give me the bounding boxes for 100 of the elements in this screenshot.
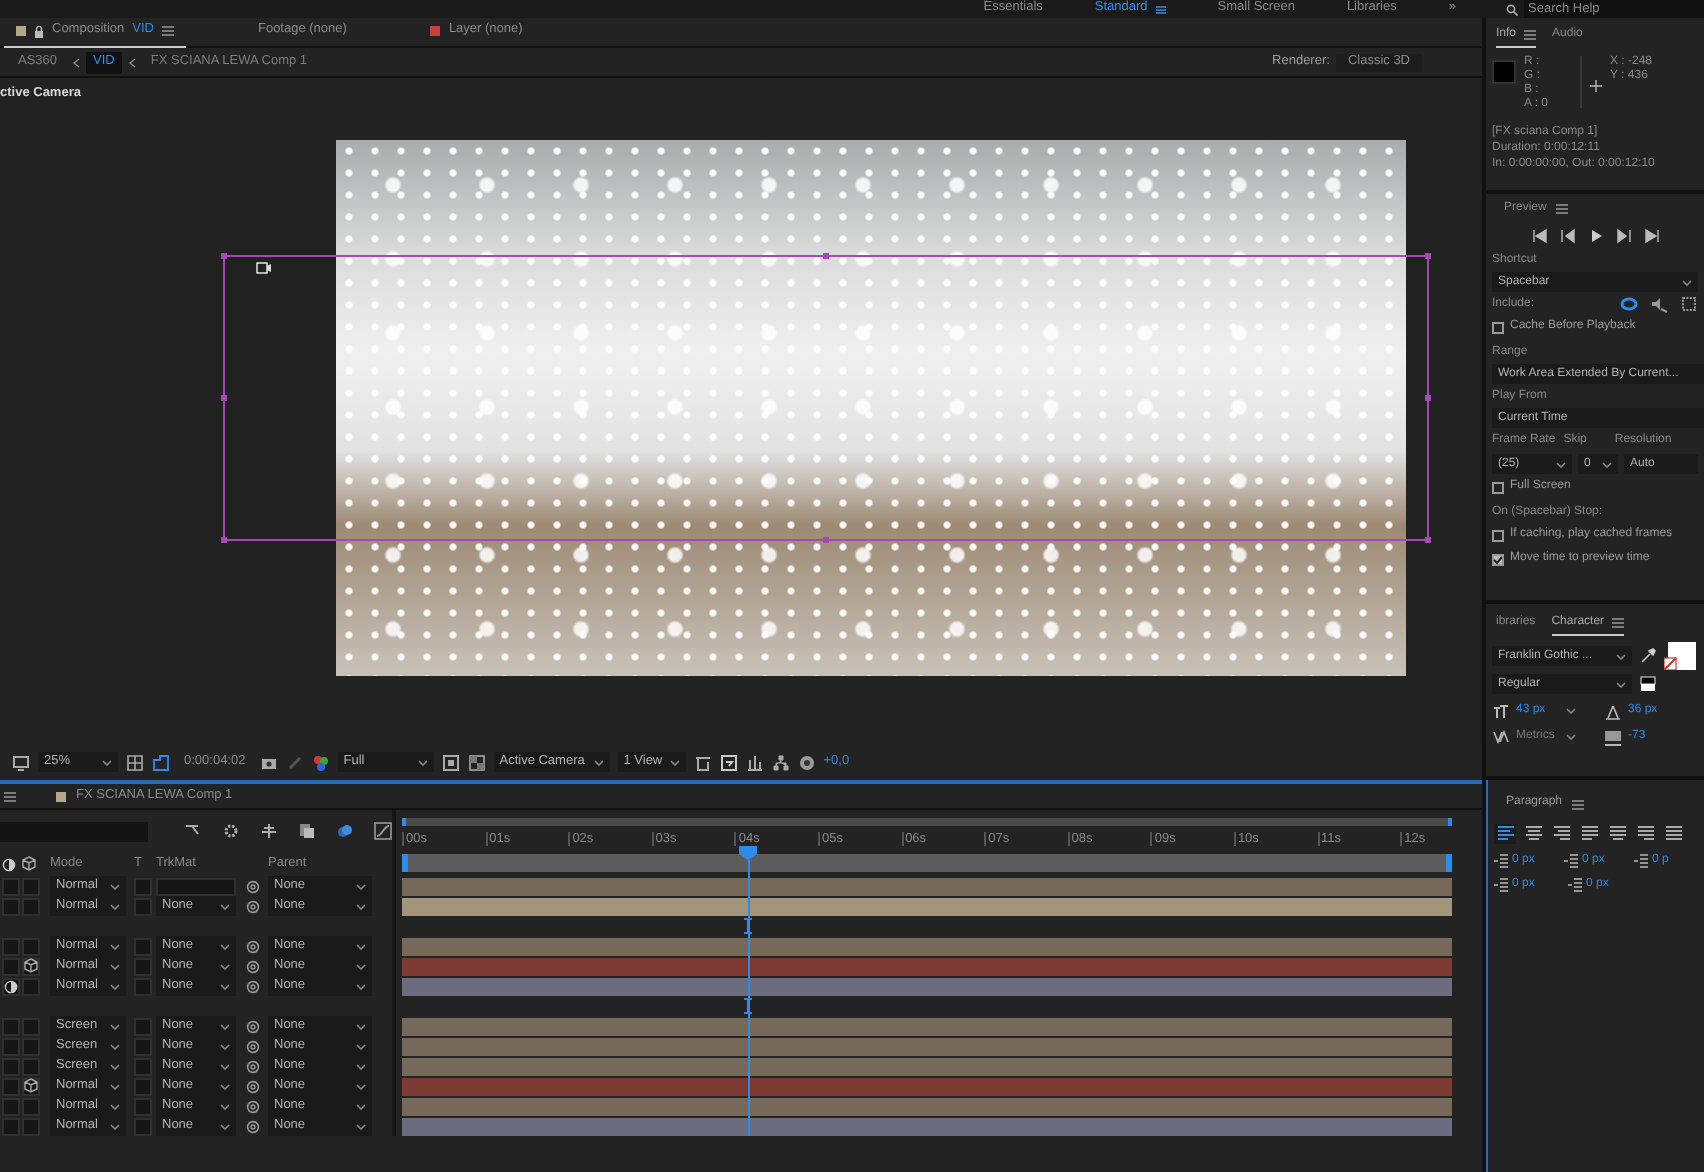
switch-box[interactable] xyxy=(2,937,20,955)
caret-icon xyxy=(356,1123,366,1129)
caret-icon xyxy=(1616,653,1626,659)
color-channels-icon[interactable] xyxy=(311,753,330,771)
play-icon[interactable] xyxy=(1587,227,1603,243)
switch-box[interactable] xyxy=(2,957,20,975)
switch-box[interactable] xyxy=(22,1057,40,1075)
caret-icon xyxy=(110,1103,120,1109)
menu-icon[interactable] xyxy=(1524,29,1537,39)
switch-box[interactable] xyxy=(22,977,40,995)
bar-graph-icon[interactable] xyxy=(745,753,764,771)
caret-icon xyxy=(220,1083,230,1089)
layers-icon[interactable] xyxy=(298,822,316,840)
frame-grid-icon[interactable] xyxy=(126,753,144,771)
switch-box[interactable] xyxy=(22,897,40,915)
checkbox[interactable] xyxy=(1492,482,1504,494)
time-marker-icon xyxy=(744,998,753,1014)
caret-icon xyxy=(356,963,366,969)
hierarchy-icon[interactable] xyxy=(771,753,790,771)
fast-preview-icon[interactable] xyxy=(719,753,738,771)
switch-box[interactable] xyxy=(2,1117,20,1135)
caret-icon xyxy=(220,1123,230,1129)
switch-box[interactable] xyxy=(2,897,20,915)
switch-box[interactable] xyxy=(22,937,40,955)
align-button[interactable] xyxy=(1634,824,1656,844)
switch-box[interactable] xyxy=(22,877,40,895)
exposure-icon[interactable] xyxy=(797,753,816,771)
gear-icon[interactable] xyxy=(222,822,240,840)
caret-icon xyxy=(1682,279,1692,285)
align-button[interactable] xyxy=(1550,824,1572,844)
skip-to-end-icon[interactable] xyxy=(1643,227,1659,243)
align-button[interactable] xyxy=(1606,824,1628,844)
caret-icon xyxy=(110,903,120,909)
switch-box[interactable] xyxy=(2,1037,20,1055)
color-swatches-drawing[interactable] xyxy=(1664,642,1696,670)
caret-icon xyxy=(1556,461,1566,467)
graph-editor-icon[interactable] xyxy=(374,822,392,840)
switch-box[interactable] xyxy=(2,1017,20,1035)
caret-icon xyxy=(669,759,680,765)
switch-box[interactable] xyxy=(2,1057,20,1075)
switch-box[interactable] xyxy=(22,1077,40,1095)
align-button[interactable] xyxy=(1494,824,1516,844)
indent-icon xyxy=(1634,854,1648,868)
menu-icon[interactable] xyxy=(4,791,16,801)
switch-box[interactable] xyxy=(2,1097,20,1115)
caret-icon xyxy=(593,759,604,765)
checkbox[interactable] xyxy=(1492,322,1504,334)
checkbox[interactable] xyxy=(1492,554,1504,566)
caret-icon xyxy=(102,759,112,765)
region-icon[interactable] xyxy=(441,753,460,771)
font-size-icon xyxy=(1492,703,1510,719)
playhead-handle[interactable] xyxy=(739,846,758,860)
motion-blur-icon[interactable] xyxy=(336,822,354,840)
caret-icon xyxy=(220,1063,230,1069)
adjustment-layer-icon xyxy=(2,857,16,871)
caret-icon xyxy=(110,883,120,889)
caret-icon xyxy=(356,1023,366,1029)
caret-icon xyxy=(356,1103,366,1109)
empty-field xyxy=(156,877,236,895)
step-back-icon[interactable] xyxy=(1559,227,1575,243)
fill-stroke-icon[interactable] xyxy=(1640,676,1656,692)
menu-icon[interactable] xyxy=(1612,617,1625,627)
menu-icon[interactable] xyxy=(1572,799,1585,809)
skip-to-start-icon[interactable] xyxy=(1531,227,1547,243)
time-marker-icon xyxy=(744,918,753,934)
cube-icon xyxy=(24,1078,38,1094)
menu-icon[interactable] xyxy=(161,26,174,36)
eyedropper-icon[interactable] xyxy=(1640,648,1656,664)
switch-box[interactable] xyxy=(22,957,40,975)
video-toggle-icon[interactable] xyxy=(1620,295,1638,313)
mask-path-icon[interactable] xyxy=(152,753,170,771)
caret-icon xyxy=(110,1023,120,1029)
caret-icon xyxy=(110,983,120,989)
checkerboard-icon[interactable] xyxy=(467,753,486,771)
overlays-toggle-icon[interactable] xyxy=(1680,295,1698,313)
switch-box[interactable] xyxy=(2,877,20,895)
audio-toggle-icon[interactable] xyxy=(1650,295,1668,313)
switch-box[interactable] xyxy=(22,1017,40,1035)
switch-box[interactable] xyxy=(2,977,20,995)
cube-icon xyxy=(24,958,38,974)
camera-icon[interactable] xyxy=(259,753,278,771)
align-button[interactable] xyxy=(1578,824,1600,844)
menu-icon[interactable] xyxy=(1556,204,1569,214)
caret-icon xyxy=(356,983,366,989)
indent-icon xyxy=(1564,854,1578,868)
caret-icon xyxy=(110,1123,120,1129)
switch-box[interactable] xyxy=(22,1117,40,1135)
switch-box[interactable] xyxy=(22,1037,40,1055)
draft-3d-icon[interactable] xyxy=(693,753,712,771)
camera-icon xyxy=(256,262,272,274)
switch-box[interactable] xyxy=(2,1077,20,1095)
step-forward-icon[interactable] xyxy=(1615,227,1631,243)
align-button[interactable] xyxy=(1662,824,1684,844)
switch-box[interactable] xyxy=(22,1097,40,1115)
caret-icon xyxy=(220,1103,230,1109)
checkbox[interactable] xyxy=(1492,530,1504,542)
align-button[interactable] xyxy=(1522,824,1544,844)
caret-icon xyxy=(356,903,366,909)
monitor-icon[interactable] xyxy=(12,753,30,771)
label-color-swatch xyxy=(56,791,66,801)
